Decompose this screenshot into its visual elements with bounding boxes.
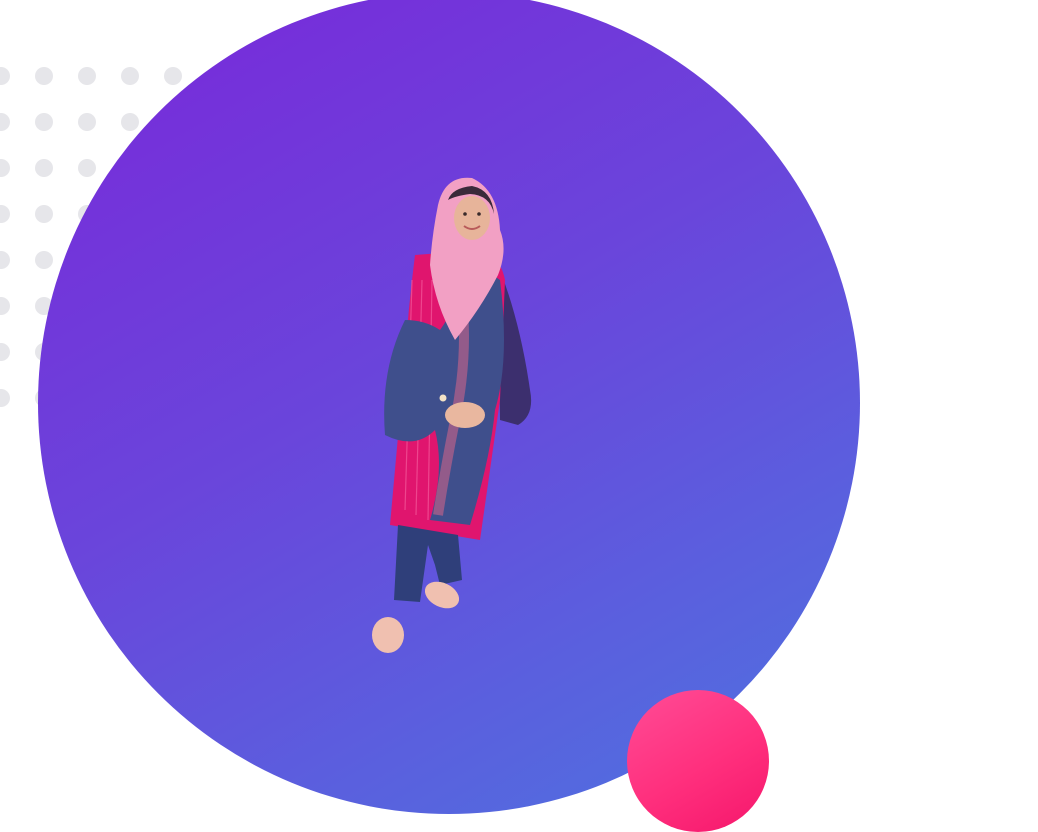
grid-dot	[35, 251, 53, 269]
grid-dot	[35, 205, 53, 223]
grid-dot	[35, 159, 53, 177]
grid-dot	[35, 113, 53, 131]
grid-dot	[164, 67, 182, 85]
grid-dot	[78, 113, 96, 131]
accent-circle	[627, 690, 769, 832]
portrait-figure	[372, 177, 532, 653]
grid-dot	[0, 297, 10, 315]
right-eye-shape	[477, 212, 481, 216]
hands-shape	[445, 402, 485, 428]
grid-dot	[0, 251, 10, 269]
watch-shape	[439, 394, 447, 402]
left-sandal-shape	[372, 617, 404, 653]
grid-dot	[121, 113, 139, 131]
grid-dot	[0, 113, 10, 131]
grid-dot	[0, 67, 10, 85]
grid-dot	[0, 205, 10, 223]
grid-dot	[78, 159, 96, 177]
grid-dot	[0, 343, 10, 361]
grid-dot	[0, 389, 10, 407]
grid-dot	[78, 67, 96, 85]
hero-image-stage	[0, 0, 1038, 832]
face-shape	[454, 196, 490, 240]
grid-dot	[0, 159, 10, 177]
grid-dot	[121, 67, 139, 85]
grid-dot	[35, 67, 53, 85]
left-eye-shape	[463, 212, 467, 216]
